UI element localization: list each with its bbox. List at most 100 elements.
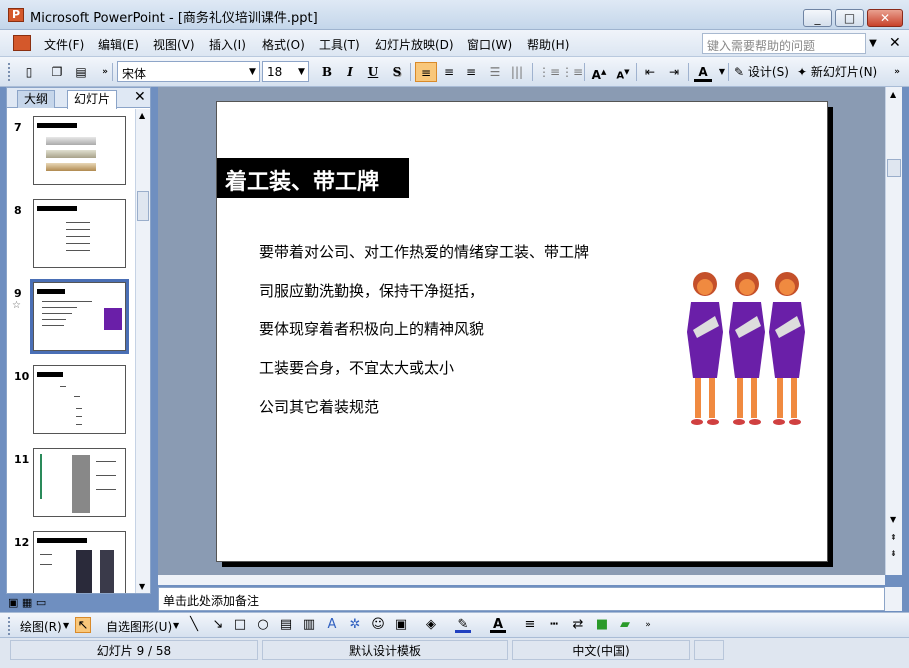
scroll-up-icon[interactable]: ▲ (890, 90, 896, 99)
picture-icon[interactable]: ▣ (393, 617, 409, 633)
select-pointer-icon[interactable]: ↖ (75, 617, 91, 633)
toolbar-overflow-icon[interactable]: » (888, 62, 906, 82)
increase-font-icon[interactable]: A▲ (590, 62, 608, 82)
pane-close-icon[interactable]: ✕ (134, 89, 146, 105)
slide-thumbnail[interactable] (33, 531, 126, 593)
clipart-icon[interactable]: ☺ (370, 617, 386, 633)
numbering-icon[interactable]: ⋮≡ (538, 62, 560, 82)
scroll-thumb[interactable] (887, 159, 901, 177)
decrease-indent-icon[interactable]: ⇤ (641, 62, 659, 82)
new-document-icon[interactable]: ▯ (20, 62, 38, 82)
help-search-input[interactable]: 键入需要帮助的问题 (702, 33, 866, 54)
3d-style-icon[interactable]: ▰ (617, 617, 633, 633)
slide-bullet[interactable]: 公司其它着装规范 (259, 396, 379, 417)
design-button[interactable]: ✎ 设计(S) (734, 62, 789, 82)
rectangle-icon[interactable]: □ (232, 617, 248, 633)
next-slide-icon[interactable]: ⇟ (890, 549, 897, 558)
draw-menu-button[interactable]: 绘图(R) (20, 618, 62, 635)
slide-bullet[interactable]: 司服应勤洗勤换，保持干净挺括， (259, 280, 484, 301)
bullets-icon[interactable]: ⋮≡ (561, 62, 583, 82)
powerpoint-app-icon[interactable] (8, 8, 24, 22)
toolbar-grip[interactable] (8, 63, 11, 81)
font-name-select[interactable]: 宋体 (117, 61, 247, 82)
slide-bullet[interactable]: 工装要合身，不宜太大或太小 (259, 357, 454, 378)
help-dropdown-icon[interactable]: ▼ (866, 33, 880, 54)
italic-button[interactable]: I (341, 62, 359, 82)
wordart-icon[interactable]: A (324, 617, 340, 633)
justify-icon[interactable]: ☰ (486, 62, 504, 82)
menu-tools[interactable]: 工具(T) (319, 36, 360, 53)
menu-slideshow[interactable]: 幻灯片放映(D) (375, 36, 454, 53)
toolbar-grip[interactable] (8, 617, 11, 635)
previous-slide-icon[interactable]: ⇞ (890, 533, 897, 542)
align-left-icon[interactable]: ≡ (415, 62, 437, 82)
autoshapes-dropdown-icon[interactable]: ▼ (173, 621, 179, 630)
underline-button[interactable]: U (364, 62, 382, 82)
tab-outline[interactable]: 大纲 (17, 90, 56, 108)
textbox-icon[interactable]: ▤ (278, 617, 294, 633)
fill-color-icon[interactable]: ◈ (423, 617, 439, 633)
paste-icon[interactable]: ▤ (72, 62, 90, 82)
menu-view[interactable]: 视图(V) (153, 36, 195, 53)
diagram-icon[interactable]: ✲ (347, 617, 363, 633)
slide-thumbnail[interactable] (33, 365, 126, 434)
slide-sorter-icon[interactable]: ▦ (22, 596, 32, 609)
slide-title[interactable]: 着工装、带工牌 (217, 158, 409, 198)
notes-field[interactable]: 单击此处添加备注 (158, 587, 885, 611)
close-button[interactable]: ✕ (867, 9, 903, 27)
document-close-icon[interactable]: ✕ (889, 35, 901, 51)
slide-canvas[interactable]: 着工装、带工牌 要带着对公司、对工作热爱的情绪穿工装、带工牌 司服应勤洗勤换，保… (216, 101, 828, 562)
decrease-font-icon[interactable]: A▼ (614, 62, 632, 82)
font-color-draw-icon[interactable]: A (490, 617, 506, 633)
slide-thumbnail[interactable] (33, 116, 126, 185)
document-icon[interactable] (13, 35, 31, 51)
menu-edit[interactable]: 编辑(E) (98, 36, 139, 53)
slide-scrollbar[interactable]: ▲ ▼ ⇞ ⇟ (885, 87, 902, 575)
oval-icon[interactable]: ○ (255, 617, 271, 633)
menu-help[interactable]: 帮助(H) (527, 36, 569, 53)
slideshow-icon[interactable]: ▭ (36, 596, 46, 609)
slide-thumbnail[interactable] (33, 199, 126, 268)
slide-bullet[interactable]: 要带着对公司、对工作热爱的情绪穿工装、带工牌 (259, 241, 589, 262)
menu-file[interactable]: 文件(F) (44, 36, 84, 53)
shadow-style-icon[interactable]: ■ (594, 617, 610, 633)
distributed-icon[interactable]: ||| (508, 62, 526, 82)
toolbar-options-icon[interactable]: » (640, 617, 656, 633)
line-icon[interactable]: ╲ (186, 617, 202, 633)
pane-scrollbar[interactable]: ▲ ▼ (135, 109, 150, 593)
menu-format[interactable]: 格式(O) (262, 36, 305, 53)
three-women-clipart[interactable] (683, 270, 811, 436)
design-template-status[interactable]: 默认设计模板 (262, 640, 508, 660)
font-size-dropdown-icon[interactable]: ▼ (295, 61, 309, 82)
scroll-down-icon[interactable]: ▼ (139, 582, 145, 591)
dash-style-icon[interactable]: ┅ (546, 617, 562, 633)
slide-bullet[interactable]: 要体现穿着者积极向上的精神风貌 (259, 318, 484, 339)
normal-view-icon[interactable]: ▣ (8, 596, 18, 609)
bold-button[interactable]: B (318, 62, 336, 82)
font-name-dropdown-icon[interactable]: ▼ (246, 61, 260, 82)
slide-thumbnail-selected[interactable] (30, 279, 129, 354)
font-color-icon[interactable]: A (694, 62, 712, 82)
minimize-button[interactable]: _ (803, 9, 832, 27)
scroll-thumb[interactable] (137, 191, 149, 221)
shadow-button[interactable]: S (388, 62, 406, 82)
align-right-icon[interactable]: ≡ (462, 62, 480, 82)
notes-scrollbar[interactable] (885, 587, 902, 611)
align-center-icon[interactable]: ≡ (440, 62, 458, 82)
autoshapes-button[interactable]: 自选图形(U) (106, 618, 172, 635)
menu-window[interactable]: 窗口(W) (467, 36, 512, 53)
horizontal-scrollbar[interactable] (158, 575, 885, 585)
slide-thumbnail[interactable] (33, 448, 126, 517)
arrow-style-icon[interactable]: ⇄ (570, 617, 586, 633)
copy-icon[interactable]: ❐ (48, 62, 66, 82)
scroll-up-icon[interactable]: ▲ (139, 111, 145, 120)
font-size-select[interactable]: 18 (262, 61, 296, 82)
arrow-icon[interactable]: ↘ (210, 617, 226, 633)
line-style-icon[interactable]: ≡ (522, 617, 538, 633)
vertical-textbox-icon[interactable]: ▥ (301, 617, 317, 633)
tab-slides[interactable]: 幻灯片 (67, 90, 118, 109)
menu-insert[interactable]: 插入(I) (209, 36, 246, 53)
maximize-button[interactable]: □ (835, 9, 864, 27)
scroll-down-icon[interactable]: ▼ (890, 515, 896, 524)
new-slide-button[interactable]: ✦ 新幻灯片(N) (797, 62, 877, 82)
